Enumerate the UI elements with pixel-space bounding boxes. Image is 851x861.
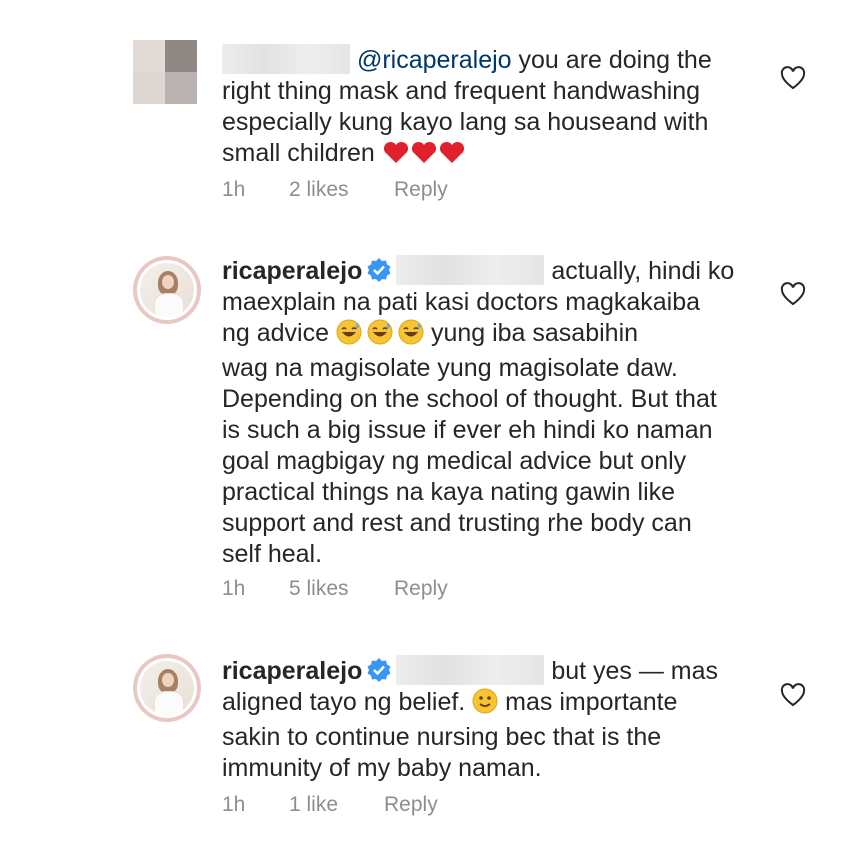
heart-icon[interactable] [780,282,806,306]
reply-button[interactable]: Reply [394,577,448,601]
comment-2-text: ricaperalejo actually, hindi ko maexplai… [222,255,762,570]
comment-line: but yes — mas [551,657,719,685]
slight-smile-emoji [472,688,498,722]
comment-time: 1h [222,178,246,201]
reply-button[interactable]: Reply [384,793,438,817]
red-hearts-emoji [382,141,466,173]
comment-line: wag na magisolate yung magisolate daw. [222,354,678,382]
comment-line: ng advice [222,319,330,347]
comment-line: especially kung kayo lang sa houseand wi… [222,108,709,136]
sweat-smile-emoji [336,319,424,353]
blurred-username[interactable] [396,255,545,285]
comment-line: yung iba sasabihin [430,319,639,347]
likes-link[interactable]: 2 likes [289,178,394,202]
avatar[interactable] [133,256,201,324]
avatar[interactable] [133,654,201,722]
comment-1-meta: 1h 2 likes Reply [222,178,448,202]
comment-line: maexplain na pati kasi doctors magkakaib… [222,288,701,316]
comment-line: Depending on the school of thought. But … [222,385,717,413]
reply-button[interactable]: Reply [394,178,448,202]
comment-time: 1h [222,793,246,816]
heart-icon[interactable] [780,66,806,90]
likes-link[interactable]: 1 like [289,793,384,817]
username-link[interactable]: ricaperalejo [222,257,362,285]
username-link[interactable]: ricaperalejo [222,657,362,685]
comment-line: self heal. [222,540,323,568]
comment-line: support and rest and trusting rhe body c… [222,509,692,537]
blurred-username[interactable] [222,44,350,74]
comment-line: you are doing the [518,46,712,74]
blurred-username[interactable] [396,655,545,685]
verified-badge-icon [367,258,391,282]
comment-2-meta: 1h 5 likes Reply [222,577,448,601]
comment-line: right thing mask and frequent handwashin… [222,77,701,105]
comment-time: 1h [222,577,246,600]
comment-1-text: @ricaperalejo you are doing the right th… [222,44,762,173]
heart-icon[interactable] [780,683,806,707]
avatar-blurred[interactable] [133,40,197,104]
comment-line: immunity of my baby naman. [222,754,542,782]
comment-line: mas importante [505,688,678,716]
comment-line: goal magbigay ng medical advice but only [222,447,687,475]
comment-line: aligned tayo ng belief. [222,688,466,716]
likes-link[interactable]: 5 likes [289,577,394,601]
comment-line: small children [222,139,375,167]
comment-3-meta: 1h 1 like Reply [222,793,438,817]
comment-line: is such a big issue if ever eh hindi ko … [222,416,713,444]
mention-link[interactable]: @ricaperalejo [357,46,512,74]
comment-line: practical things na kaya nating gawin li… [222,478,676,506]
comment-3-text: ricaperalejo but yes — mas aligned tayo … [222,655,762,784]
comment-line: actually, hindi ko [551,257,735,285]
verified-badge-icon [367,658,391,682]
comment-line: sakin to continue nursing bec that is th… [222,723,662,751]
